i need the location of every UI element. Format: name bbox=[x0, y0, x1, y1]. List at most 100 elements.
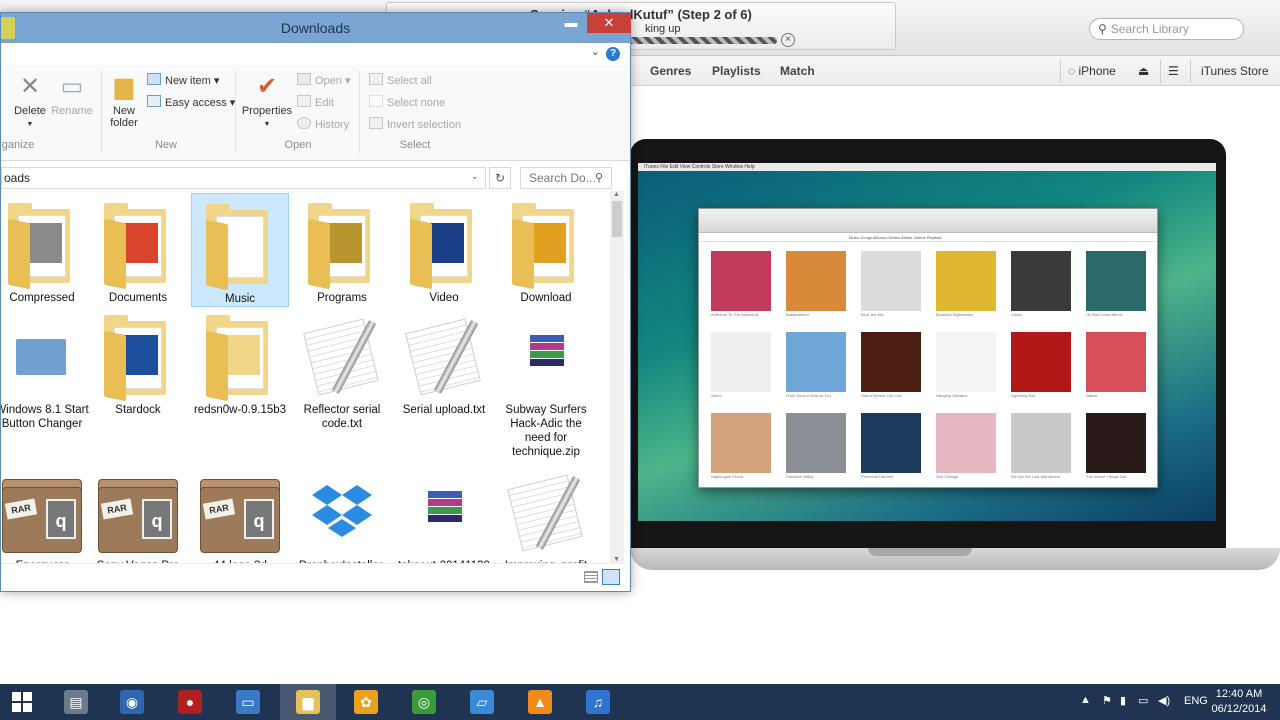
address-bar[interactable]: oads bbox=[1, 167, 486, 189]
album-tile[interactable]: Anthems To The Weekend bbox=[711, 251, 771, 318]
minimize-button[interactable]: ▬ bbox=[559, 13, 583, 33]
taskbar-app-button[interactable]: ▲ bbox=[512, 684, 568, 720]
album-tile[interactable]: Blue Jee Mix bbox=[861, 251, 921, 318]
collapse-ribbon-icon[interactable]: ⌄ bbox=[591, 45, 600, 58]
large-icons-view-icon[interactable] bbox=[602, 569, 620, 585]
vertical-scrollbar[interactable]: ▲ ▼ bbox=[610, 191, 624, 563]
refresh-icon[interactable]: ↻ bbox=[489, 167, 511, 189]
file-item[interactable]: Reflector serial code.txt bbox=[293, 305, 391, 431]
album-cover bbox=[1011, 413, 1071, 473]
tab-match[interactable]: Match bbox=[780, 64, 815, 78]
delete-button[interactable]: ✕ Delete ▼ bbox=[11, 73, 49, 131]
cancel-sync-icon[interactable]: × bbox=[781, 33, 795, 47]
file-item[interactable]: Compressed bbox=[1, 193, 91, 305]
album-tile[interactable]: Native bbox=[1086, 332, 1146, 399]
album-cover bbox=[1086, 251, 1146, 311]
album-tile[interactable]: The Worse Things Get bbox=[1086, 413, 1146, 480]
search-library-input[interactable]: ⚲ Search Library bbox=[1089, 18, 1244, 40]
delete-label: Delete bbox=[14, 105, 46, 117]
album-tile[interactable]: We Are the Lost Wanderers bbox=[1011, 413, 1071, 480]
taskbar-app-button[interactable]: ▆ bbox=[280, 684, 336, 720]
taskbar-app-button[interactable]: ♫ bbox=[570, 684, 626, 720]
album-title: Of Pins Cover Mirror bbox=[1086, 312, 1123, 317]
device-button[interactable]: ◌ iPhone bbox=[1068, 62, 1116, 80]
file-item[interactable]: Windows 8.1 Start Button Changer bbox=[1, 305, 91, 431]
scroll-down-icon[interactable]: ▼ bbox=[613, 556, 620, 563]
properties-button[interactable]: ✔ Properties ▼ bbox=[241, 73, 293, 131]
select-none-icon bbox=[369, 95, 383, 107]
album-tile[interactable]: Lightning Bolt bbox=[1011, 332, 1071, 399]
taskbar-app-button[interactable]: ● bbox=[162, 684, 218, 720]
open-button[interactable]: Open ▾ bbox=[297, 73, 351, 87]
scroll-up-icon[interactable]: ▲ bbox=[613, 191, 620, 198]
album-tile[interactable]: Nightingale Floors bbox=[711, 413, 771, 480]
select-all-button[interactable]: Select all bbox=[369, 73, 432, 87]
eject-icon[interactable]: ⏏ bbox=[1138, 62, 1149, 80]
close-button[interactable]: ✕ bbox=[587, 13, 631, 33]
file-item[interactable]: Video bbox=[395, 193, 493, 305]
album-tile[interactable]: Perennial Harvest bbox=[861, 413, 921, 480]
list-view-icon[interactable]: ☰ bbox=[1168, 62, 1179, 80]
power-icon[interactable]: ▭ bbox=[1138, 694, 1148, 707]
easy-access-button[interactable]: Easy access ▾ bbox=[147, 95, 235, 109]
file-item[interactable]: Stardock bbox=[89, 305, 187, 417]
select-none-button[interactable]: Select none bbox=[369, 95, 445, 109]
file-item[interactable]: takeout-20141130 bbox=[395, 461, 493, 563]
file-item[interactable]: DropboxInstaller. bbox=[293, 461, 391, 563]
taskbar-app-button[interactable]: ▤ bbox=[48, 684, 104, 720]
album-tile[interactable]: Beautiful Nightmares bbox=[936, 251, 996, 318]
album-tile[interactable]: From Here to Now to You bbox=[786, 332, 846, 399]
taskbar-app-button[interactable]: ▱ bbox=[454, 684, 510, 720]
file-item[interactable]: redsn0w-0.9.15b3 bbox=[191, 305, 289, 417]
folder-icon bbox=[96, 199, 180, 290]
rename-button[interactable]: ▭ Rename bbox=[51, 73, 93, 117]
action-center-icon[interactable]: ⚑ bbox=[1102, 694, 1112, 707]
new-folder-button[interactable]: ▆ New folder bbox=[105, 73, 143, 129]
taskbar-app-button[interactable]: ✿ bbox=[338, 684, 394, 720]
tab-playlists[interactable]: Playlists bbox=[712, 64, 761, 78]
album-tile[interactable]: Hanging Gardens bbox=[936, 332, 996, 399]
file-item[interactable]: Music bbox=[191, 193, 289, 307]
album-tile[interactable]: Of Pins Cover Mirror bbox=[1086, 251, 1146, 318]
file-item[interactable]: Serial upload.txt bbox=[395, 305, 493, 417]
network-status-icon[interactable]: ▮ bbox=[1120, 694, 1126, 707]
chevron-down-icon[interactable]: ⌄ bbox=[471, 171, 479, 182]
explorer-title-bar[interactable]: Downloads ▬ ✕ bbox=[1, 13, 631, 43]
mini-itunes-toolbar bbox=[699, 209, 1157, 233]
start-button[interactable] bbox=[0, 684, 44, 720]
details-view-icon[interactable] bbox=[584, 571, 598, 583]
taskbar-app-button[interactable]: ◎ bbox=[396, 684, 452, 720]
itunes-store-button[interactable]: iTunes Store bbox=[1201, 62, 1269, 80]
file-item[interactable]: Programs bbox=[293, 193, 391, 305]
new-item-button[interactable]: New item ▾ bbox=[147, 73, 219, 87]
show-hidden-icons[interactable]: ▲ bbox=[1080, 694, 1091, 706]
file-item[interactable]: RARqEnergy.rar bbox=[1, 461, 91, 563]
ribbon: ✕ Delete ▼ ▭ Rename ganize ▆ New folder New … bbox=[1, 65, 630, 161]
tab-genres[interactable]: Genres bbox=[650, 64, 691, 78]
file-item[interactable]: RARq44 logo 3d bbox=[191, 461, 289, 563]
honeycomb-icon: ✿ bbox=[354, 690, 378, 714]
file-item[interactable]: Download bbox=[497, 193, 595, 305]
album-tile[interactable]: Half of Where You Live bbox=[861, 332, 921, 399]
history-button[interactable]: History bbox=[297, 117, 349, 131]
album-tile[interactable]: Cliche bbox=[1011, 251, 1071, 318]
album-tile[interactable]: Sea Change bbox=[936, 413, 996, 480]
volume-icon[interactable]: ◀) bbox=[1158, 694, 1170, 707]
file-item[interactable]: Documents bbox=[89, 193, 187, 305]
file-item[interactable]: Improving_profit bbox=[497, 461, 595, 563]
album-tile[interactable]: Paradise Valley bbox=[786, 413, 846, 480]
edit-button[interactable]: Edit bbox=[297, 95, 334, 109]
help-icon[interactable]: ? bbox=[606, 47, 620, 61]
folder-icon bbox=[1, 199, 84, 290]
clock[interactable]: 12:40 AM 06/12/2014 bbox=[1204, 687, 1274, 717]
taskbar-app-button[interactable]: ▭ bbox=[220, 684, 276, 720]
taskbar-app-button[interactable]: ◉ bbox=[104, 684, 160, 720]
file-name: Subway Surfers Hack-Adic the need for te… bbox=[505, 404, 587, 458]
album-tile[interactable]: Storm bbox=[711, 332, 771, 399]
macbook-image: iTunes File Edit View Controls Store Win… bbox=[630, 139, 1226, 551]
album-tile[interactable]: Babanaheed bbox=[786, 251, 846, 318]
file-item[interactable]: RARqSony Vegas Pro bbox=[89, 461, 187, 563]
scrollbar-thumb[interactable] bbox=[612, 201, 622, 237]
file-item[interactable]: Subway Surfers Hack-Adic the need for te… bbox=[497, 305, 595, 459]
invert-selection-button[interactable]: Invert selection bbox=[369, 117, 461, 131]
